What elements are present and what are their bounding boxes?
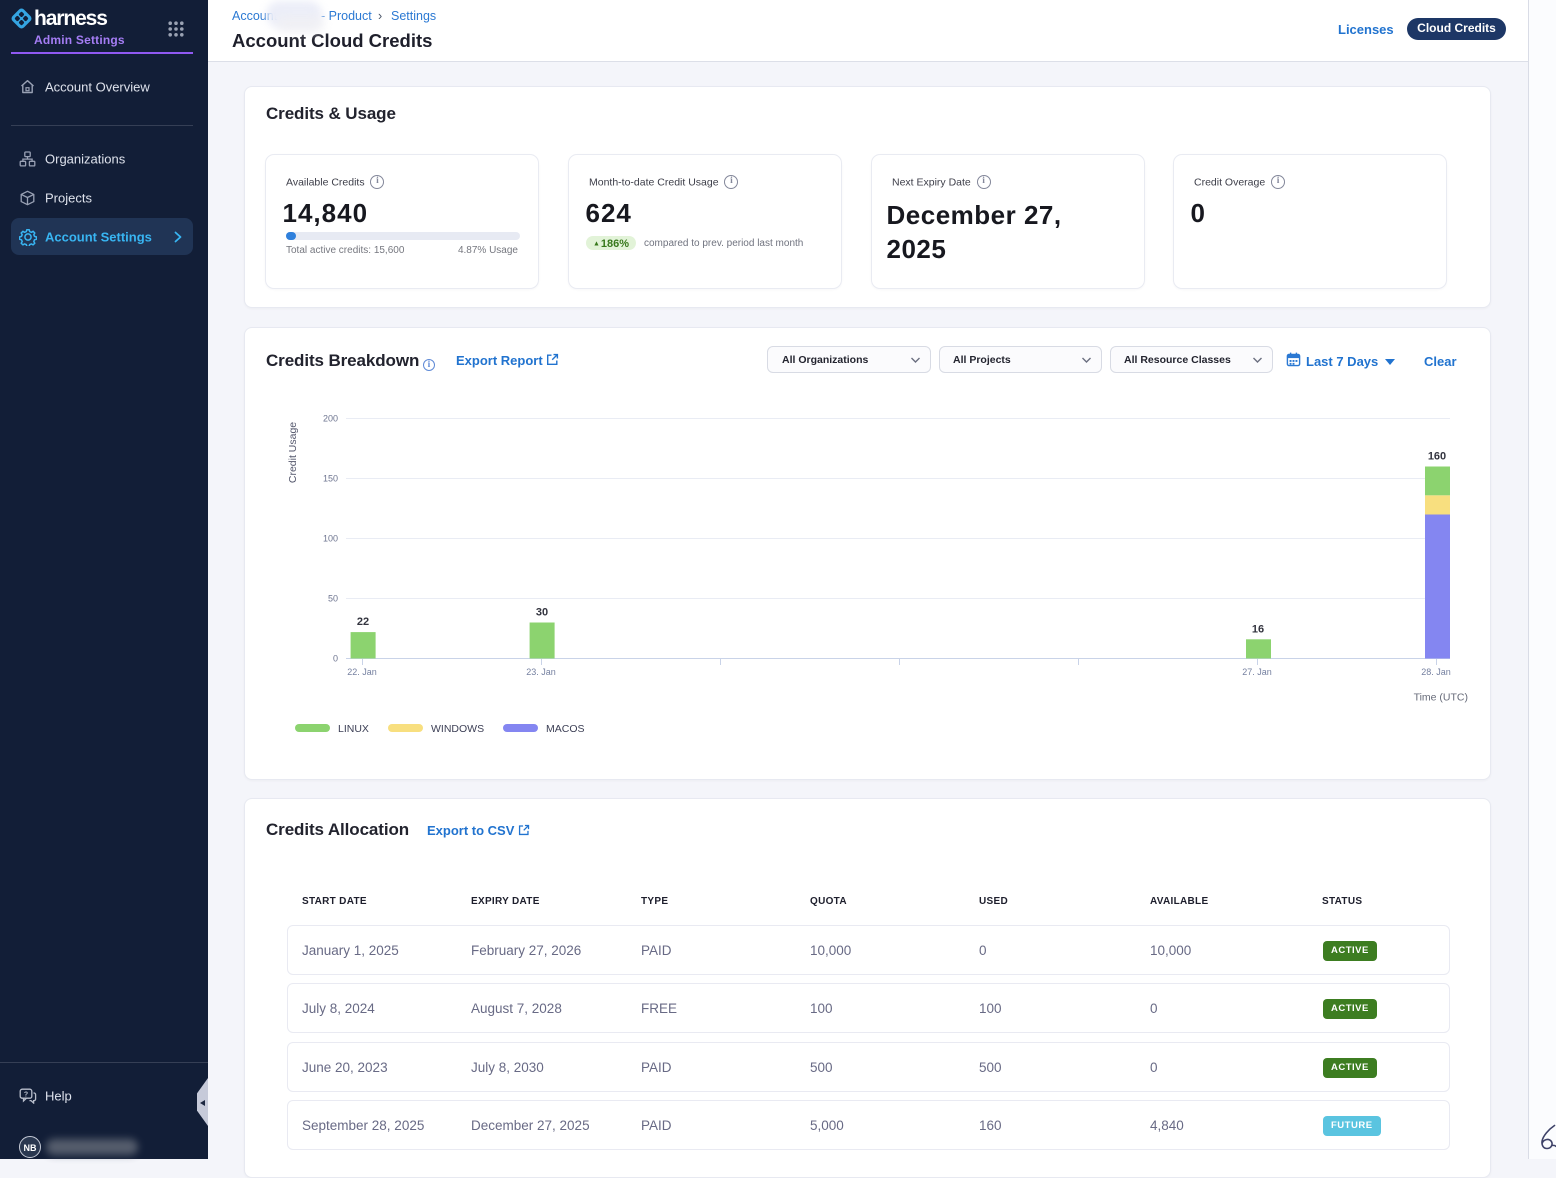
- svg-text:160: 160: [1428, 451, 1446, 463]
- svg-text:30: 30: [536, 607, 548, 619]
- svg-text:MACOS: MACOS: [546, 723, 585, 735]
- svg-text:0: 0: [333, 654, 338, 664]
- svg-text:22. Jan: 22. Jan: [347, 667, 377, 677]
- svg-text:Time (UTC): Time (UTC): [1414, 692, 1468, 704]
- svg-text:27. Jan: 27. Jan: [1242, 667, 1272, 677]
- svg-text:Credit Usage: Credit Usage: [287, 422, 299, 483]
- svg-text:150: 150: [323, 474, 338, 484]
- svg-text:WINDOWS: WINDOWS: [431, 723, 484, 735]
- svg-text:?: ?: [24, 1091, 28, 1098]
- svg-text:22: 22: [357, 616, 369, 628]
- svg-text:50: 50: [328, 594, 338, 604]
- svg-text:16: 16: [1252, 623, 1264, 635]
- svg-text:28. Jan: 28. Jan: [1421, 667, 1451, 677]
- svg-text:23. Jan: 23. Jan: [526, 667, 556, 677]
- svg-text:LINUX: LINUX: [338, 723, 369, 735]
- svg-text:200: 200: [323, 414, 338, 424]
- svg-text:100: 100: [323, 534, 338, 544]
